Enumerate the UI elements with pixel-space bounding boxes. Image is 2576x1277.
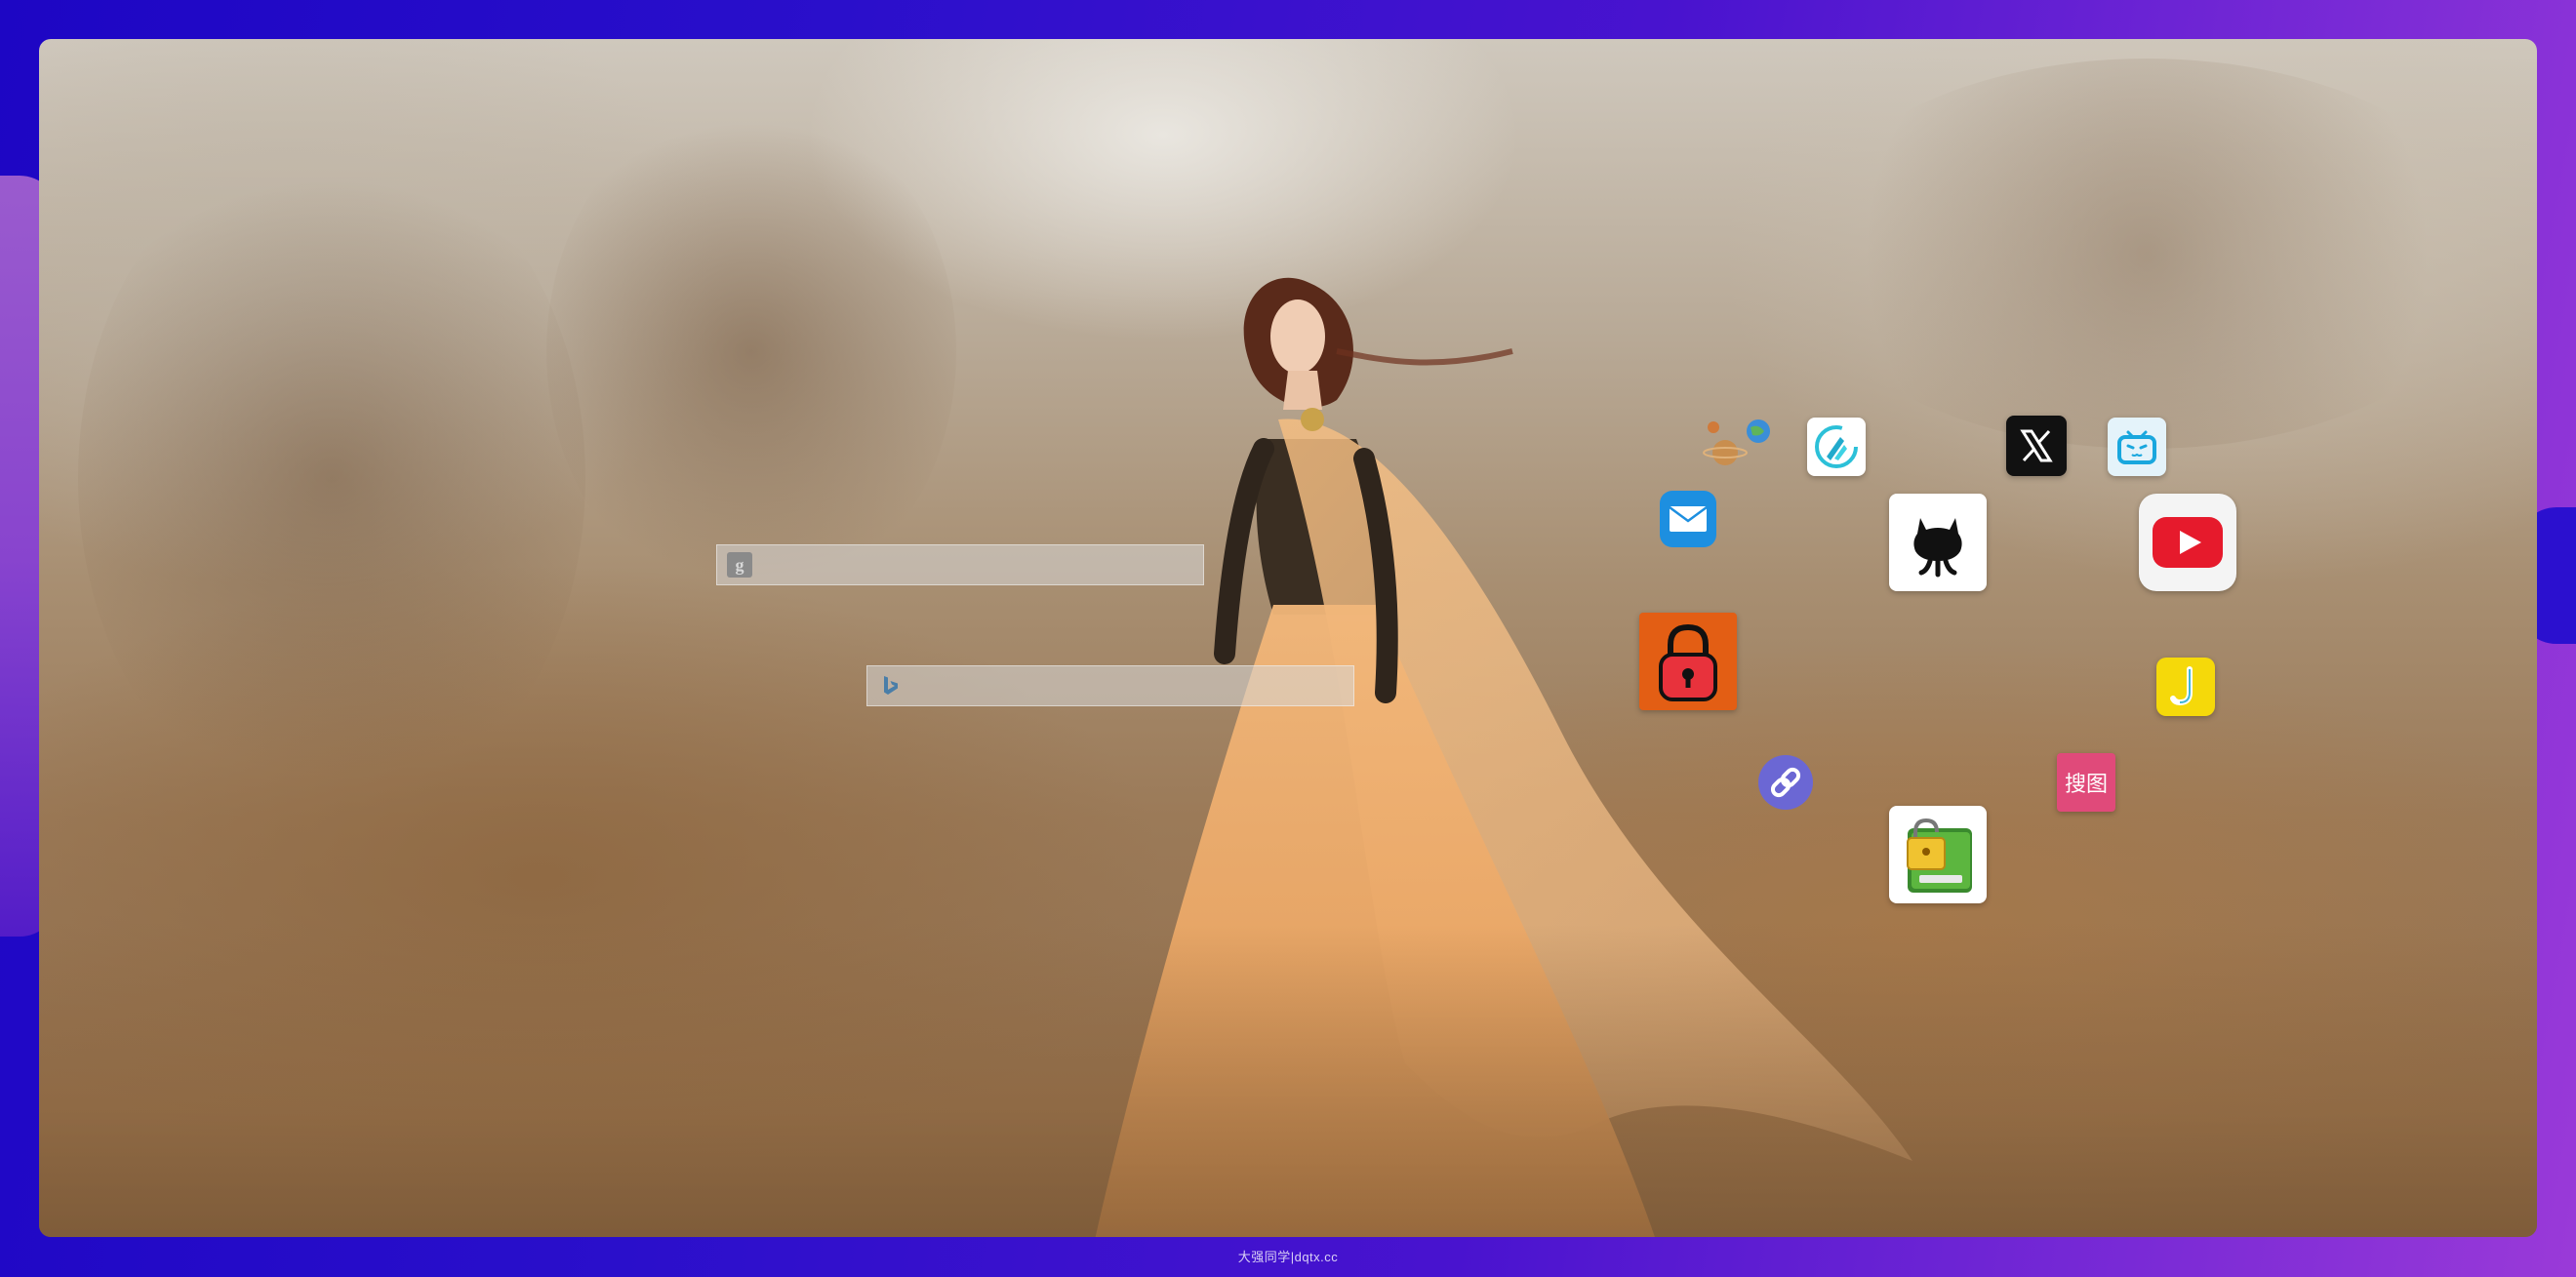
notebook-lock-icon [1907, 818, 1972, 893]
feather-app[interactable] [1807, 418, 1866, 476]
bilibili-app[interactable] [2108, 418, 2166, 476]
planets-icon [1703, 419, 1770, 465]
x-logo-icon [2020, 429, 2053, 462]
google-search-input[interactable] [754, 545, 1203, 584]
soutu-app[interactable]: 搜图 [2057, 753, 2115, 812]
j-app[interactable] [2156, 658, 2215, 716]
x-app[interactable] [2006, 416, 2067, 476]
bing-search-input[interactable] [905, 666, 1353, 705]
footer-credit[interactable]: 大强同学|dqtx.cc [0, 1247, 2576, 1265]
youtube-app[interactable] [2139, 494, 2236, 591]
mail-icon [1660, 491, 1716, 547]
google-search-box: g [716, 544, 1204, 585]
padlock-icon [1659, 623, 1717, 701]
notebook-lock-app[interactable] [1889, 806, 1987, 903]
feather-icon [1815, 425, 1858, 468]
tree-center-left [546, 98, 956, 605]
bilibili-tv-icon [2117, 430, 2156, 464]
youtube-play-icon [2153, 517, 2223, 568]
j-letter-icon [2170, 666, 2193, 706]
github-app[interactable] [1889, 494, 1987, 591]
tree-left [78, 137, 585, 819]
mail-app[interactable] [1659, 490, 1717, 548]
wallpaper [39, 39, 2537, 1237]
lock-app[interactable] [1639, 613, 1737, 710]
google-icon[interactable]: g [725, 550, 754, 579]
planets-app[interactable] [1702, 414, 1776, 474]
link-app[interactable] [1756, 753, 1815, 812]
svg-text:g: g [736, 555, 745, 575]
tree-right [1795, 59, 2498, 449]
link-icon [1758, 755, 1813, 810]
grass-foreground [39, 925, 2537, 1237]
github-octocat-icon [1913, 518, 1962, 578]
bing-icon[interactable] [875, 671, 905, 700]
bing-search-box [866, 665, 1354, 706]
soutu-icon: 搜图 [2064, 773, 2108, 797]
